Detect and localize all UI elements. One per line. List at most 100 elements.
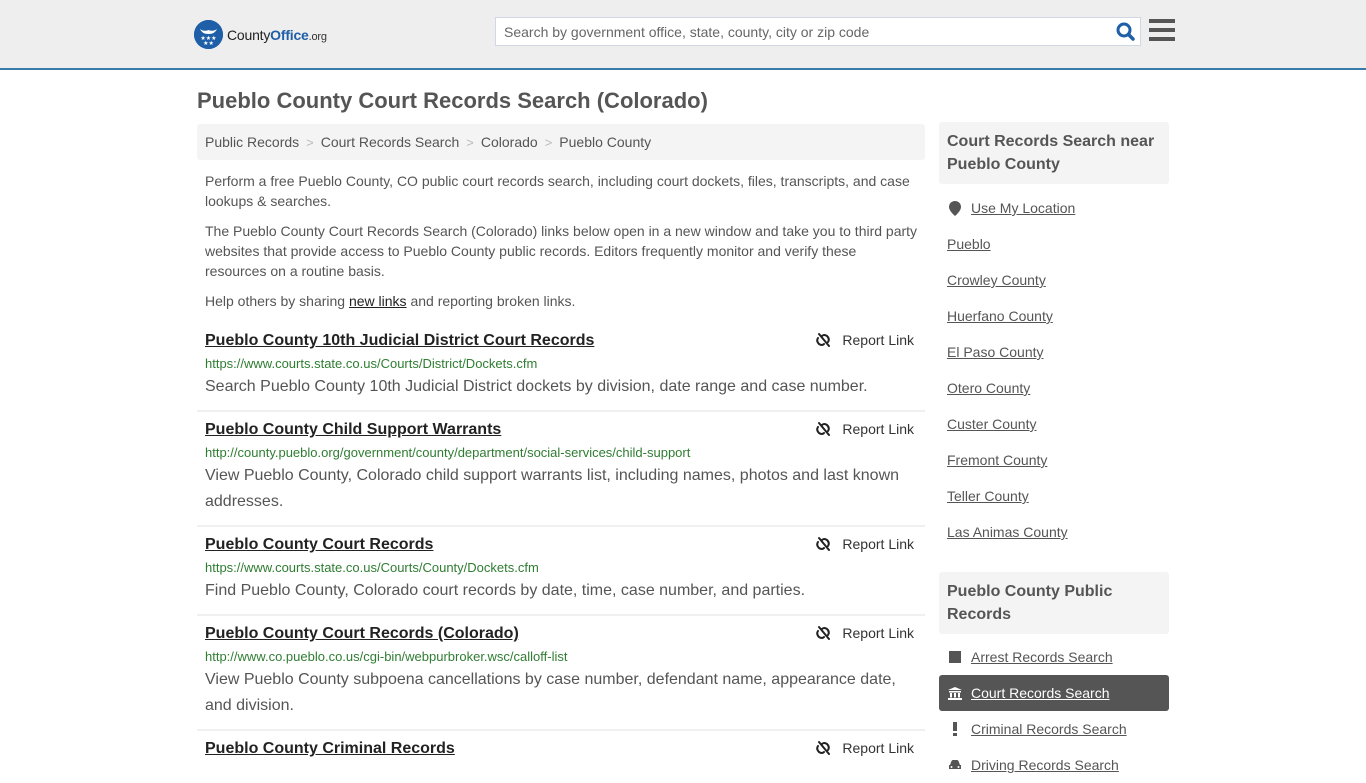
intro-paragraph-1: Perform a free Pueblo County, CO public …: [205, 173, 910, 209]
nearby-item: Pueblo: [939, 226, 1169, 262]
nearby-item: Custer County: [939, 406, 1169, 442]
courthouse-icon: [947, 686, 963, 700]
broken-link-icon: [816, 741, 831, 755]
page-title: Pueblo County Court Records Search (Colo…: [197, 88, 708, 113]
top-header: ★★★ ★★ CountyOffice.org: [0, 0, 1366, 70]
site-logo[interactable]: ★★★ ★★ CountyOffice.org: [194, 20, 327, 49]
result-item: Pueblo County Court Records (Colorado) h…: [197, 616, 925, 731]
broken-link-icon: [816, 422, 831, 436]
nearby-item: Crowley County: [939, 262, 1169, 298]
nearby-item: Teller County: [939, 478, 1169, 514]
report-link-label: Report Link: [842, 536, 914, 552]
result-description: View Pueblo County subpoena cancellation…: [205, 671, 896, 714]
sidebar-nearby: Court Records Search near Pueblo County …: [939, 122, 1169, 550]
breadcrumb-separator: >: [466, 134, 474, 150]
result-description: Find Pueblo County, Colorado court recor…: [205, 582, 806, 599]
results-list: Pueblo County 10th Judicial District Cou…: [197, 323, 925, 769]
result-item: Pueblo County Court Records https://www.…: [197, 527, 925, 616]
report-link-label: Report Link: [842, 625, 914, 641]
eagle-stars-icon: ★★★ ★★: [194, 20, 223, 49]
nearby-link-otero-county[interactable]: Otero County: [947, 380, 1030, 396]
nearby-item: Fremont County: [939, 442, 1169, 478]
use-my-location-item: Use My Location: [939, 190, 1169, 226]
result-url: http://www.co.pueblo.co.us/cgi-bin/webpu…: [205, 649, 568, 664]
intro-text: Perform a free Pueblo County, CO public …: [205, 171, 920, 321]
logo-org: .org: [308, 30, 327, 43]
result-description: Search Pueblo County 10th Judicial Distr…: [205, 378, 868, 395]
square-icon: [947, 651, 963, 663]
nearby-item: El Paso County: [939, 334, 1169, 370]
nearby-link-fremont-county[interactable]: Fremont County: [947, 452, 1047, 468]
sidebar-public-records: Pueblo County Public Records Arrest Reco…: [939, 572, 1169, 783]
report-link-button[interactable]: Report Link: [815, 625, 914, 641]
report-link-label: Report Link: [842, 740, 914, 756]
nearby-list: Use My Location Pueblo Crowley County Hu…: [939, 190, 1169, 550]
breadcrumb: Public Records > Court Records Search > …: [197, 124, 925, 160]
result-title-link[interactable]: Pueblo County Court Records: [205, 535, 433, 555]
result-title-link[interactable]: Pueblo County Child Support Warrants: [205, 420, 501, 440]
breadcrumb-public-records[interactable]: Public Records: [205, 134, 299, 150]
logo-county: County: [227, 26, 271, 43]
nearby-link-las-animas-county[interactable]: Las Animas County: [947, 524, 1068, 540]
result-title-link[interactable]: Pueblo County Court Records (Colorado): [205, 624, 519, 644]
public-records-item: Driving Records Search: [939, 747, 1169, 783]
sidebar-public-records-heading: Pueblo County Public Records: [939, 572, 1169, 634]
intro-text-after: and reporting broken links.: [406, 293, 576, 309]
nearby-link-huerfano-county[interactable]: Huerfano County: [947, 308, 1053, 324]
sidebar-nearby-heading: Court Records Search near Pueblo County: [939, 122, 1169, 184]
svg-text:★★: ★★: [203, 40, 214, 47]
public-records-item: Arrest Records Search: [939, 639, 1169, 675]
public-records-list: Arrest Records Search Court Records Sear…: [939, 639, 1169, 783]
arrest-records-search-link[interactable]: Arrest Records Search: [971, 649, 1113, 665]
result-description: View Pueblo County, Colorado child suppo…: [205, 467, 900, 510]
court-records-search-link[interactable]: Court Records Search: [971, 685, 1110, 701]
search-icon: [1116, 22, 1135, 41]
exclamation-icon: [947, 722, 963, 736]
broken-link-icon: [816, 333, 831, 347]
result-url: https://www.courts.state.co.us/Courts/Di…: [205, 356, 538, 371]
report-link-button[interactable]: Report Link: [815, 332, 914, 348]
public-records-item: Criminal Records Search: [939, 711, 1169, 747]
logo-text: CountyOffice.org: [227, 27, 327, 43]
breadcrumb-separator: >: [306, 134, 314, 150]
nearby-item: Otero County: [939, 370, 1169, 406]
result-title-link[interactable]: Pueblo County 10th Judicial District Cou…: [205, 331, 594, 351]
nearby-link-el-paso-county[interactable]: El Paso County: [947, 344, 1044, 360]
report-link-label: Report Link: [842, 421, 914, 437]
nearby-item: Huerfano County: [939, 298, 1169, 334]
result-url: https://www.courts.state.co.us/Courts/Co…: [205, 560, 539, 575]
nearby-link-teller-county[interactable]: Teller County: [947, 488, 1029, 504]
driving-records-search-link[interactable]: Driving Records Search: [971, 757, 1119, 773]
public-records-item-active: Court Records Search: [939, 675, 1169, 711]
result-item: Pueblo County Criminal Records Report Li…: [197, 731, 925, 769]
breadcrumb-court-records-search[interactable]: Court Records Search: [321, 134, 460, 150]
result-url: http://county.pueblo.org/government/coun…: [205, 445, 691, 460]
report-link-button[interactable]: Report Link: [815, 421, 914, 437]
nearby-link-pueblo[interactable]: Pueblo: [947, 236, 991, 252]
map-pin-icon: [947, 200, 963, 216]
criminal-records-search-link[interactable]: Criminal Records Search: [971, 721, 1127, 737]
new-links-link[interactable]: new links: [349, 293, 407, 309]
broken-link-icon: [816, 626, 831, 640]
breadcrumb-separator: >: [544, 134, 553, 150]
nearby-link-custer-county[interactable]: Custer County: [947, 416, 1036, 432]
use-my-location-link[interactable]: Use My Location: [971, 200, 1075, 216]
result-title-link[interactable]: Pueblo County Criminal Records: [205, 739, 455, 759]
report-link-button[interactable]: Report Link: [815, 536, 914, 552]
report-link-label: Report Link: [842, 332, 914, 348]
logo-office: Office: [270, 26, 309, 43]
nearby-link-crowley-county[interactable]: Crowley County: [947, 272, 1046, 288]
nearby-item: Las Animas County: [939, 514, 1169, 550]
car-icon: [947, 759, 963, 771]
search-input[interactable]: [496, 23, 1110, 40]
breadcrumb-colorado[interactable]: Colorado: [481, 134, 538, 150]
result-item: Pueblo County 10th Judicial District Cou…: [197, 323, 925, 412]
report-link-button[interactable]: Report Link: [815, 740, 914, 756]
intro-paragraph-2: The Pueblo County Court Records Search (…: [205, 223, 918, 279]
breadcrumb-pueblo-county[interactable]: Pueblo County: [559, 134, 651, 150]
intro-paragraph-3: Help others by sharing new links and rep…: [205, 291, 920, 311]
result-item: Pueblo County Child Support Warrants htt…: [197, 412, 925, 527]
intro-text-before: Help others by sharing: [205, 293, 349, 309]
hamburger-menu-icon[interactable]: [1149, 19, 1175, 41]
search-button[interactable]: [1110, 18, 1140, 46]
